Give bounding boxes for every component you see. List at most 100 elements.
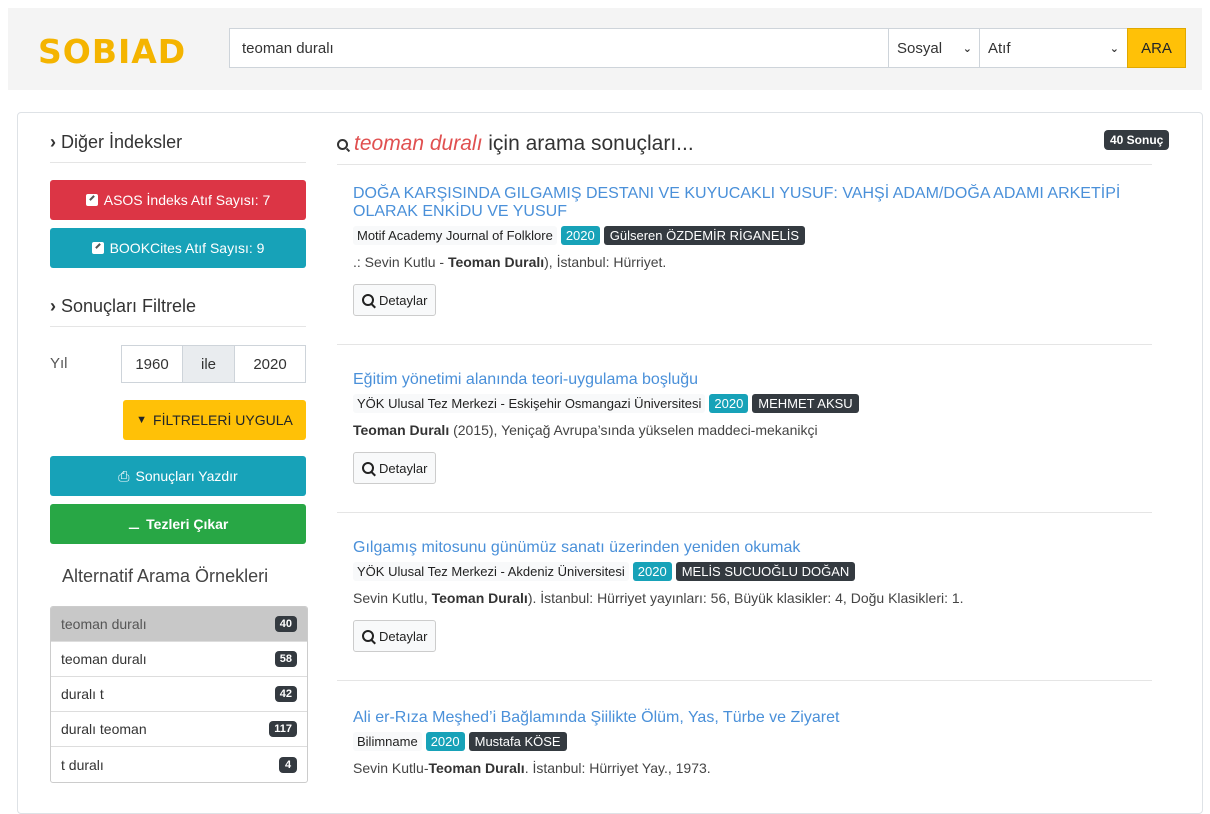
bookcites-button[interactable]: BOOKCites Atıf Sayısı: 9: [50, 228, 306, 268]
type-select[interactable]: Atıf ⌄: [979, 28, 1128, 68]
details-label: Detaylar: [379, 628, 428, 644]
year-badge: 2020: [632, 562, 672, 581]
bookcites-button-label: BOOKCites Atıf Sayısı: 9: [109, 240, 265, 256]
alt-search-label: duralı teoman: [61, 721, 147, 737]
year-separator: ile: [182, 345, 235, 383]
result-title-link[interactable]: Eğitim yönetimi alanında teori-uygulama …: [353, 371, 1153, 389]
count-badge: 40: [274, 616, 297, 632]
result-item: DOĞA KARŞISINDA GILGAMIŞ DESTANI VE KUYU…: [353, 185, 1153, 316]
results-count-badge: 40 Sonuç: [1104, 130, 1170, 150]
count-badge: 42: [274, 686, 297, 702]
search-icon: [362, 462, 374, 474]
results-heading: teoman duralı için arama sonuçları...: [337, 132, 694, 156]
chevron-down-icon: ⌄: [1109, 42, 1119, 55]
print-icon: ⎙: [118, 467, 130, 484]
year-label: Yıl: [50, 355, 68, 372]
search-input[interactable]: [229, 28, 889, 68]
snippet-text: ), İstanbul: Hürriyet.: [544, 254, 667, 270]
print-results-button[interactable]: ⎙ Sonuçları Yazdır: [50, 456, 306, 496]
alt-search-item[interactable]: duralı t 42: [51, 677, 307, 712]
alt-search-item[interactable]: teoman duralı 40: [51, 607, 307, 642]
asos-button-label: ASOS İndeks Atıf Sayısı: 7: [103, 192, 271, 208]
divider: [337, 512, 1152, 513]
extract-theses-button[interactable]: ⚊ Tezleri Çıkar: [50, 504, 306, 544]
snippet-text: . İstanbul: Hürriyet Yay., 1973.: [524, 760, 711, 776]
alt-search-item[interactable]: t duralı 4: [51, 747, 307, 782]
alt-search-label: t duralı: [61, 756, 104, 773]
author-badge: Mustafa KÖSE: [468, 732, 567, 751]
minus-circle-icon: ⚊: [127, 515, 141, 532]
result-snippet: Sevin Kutlu, Teoman Duralı). İstanbul: H…: [353, 590, 1153, 606]
alt-search-item[interactable]: duralı teoman 117: [51, 712, 307, 747]
divider: [337, 164, 1152, 165]
source-badge: Bilimname: [353, 732, 422, 751]
result-meta: Bilimname 2020 Mustafa KÖSE: [353, 732, 1153, 751]
details-button[interactable]: Detaylar: [353, 284, 437, 316]
filter-heading: › Sonuçları Filtrele: [50, 296, 196, 317]
search-icon: [362, 294, 374, 306]
search-icon: [337, 139, 348, 150]
alt-search-label: teoman duralı: [61, 651, 147, 667]
details-label: Detaylar: [379, 292, 428, 308]
other-indexes-heading: › Diğer İndeksler: [50, 132, 182, 153]
details-button[interactable]: Detaylar: [353, 620, 437, 652]
count-badge: 4: [279, 756, 297, 773]
snippet-highlight: Teoman Duralı: [353, 422, 450, 438]
results-heading-suffix: için arama sonuçları...: [482, 132, 694, 155]
author-badge: MEHMET AKSU: [752, 394, 859, 413]
snippet-highlight: Teoman Duralı: [431, 590, 528, 606]
search-icon: [362, 630, 374, 642]
results-query: teoman duralı: [354, 132, 483, 155]
chevron-right-icon: ›: [50, 132, 56, 152]
year-badge: 2020: [560, 226, 600, 245]
extract-theses-label: Tezleri Çıkar: [146, 516, 229, 532]
result-title-link[interactable]: DOĞA KARŞISINDA GILGAMIŞ DESTANI VE KUYU…: [353, 185, 1153, 221]
divider: [337, 344, 1152, 345]
field-select-value: Sosyal: [897, 39, 943, 57]
snippet-text: .: Sevin Kutlu -: [353, 254, 448, 270]
details-button[interactable]: Detaylar: [353, 452, 437, 484]
result-meta: YÖK Ulusal Tez Merkezi - Eskişehir Osman…: [353, 394, 1153, 413]
year-badge: 2020: [709, 394, 749, 413]
count-badge: 117: [269, 721, 297, 737]
source-badge: YÖK Ulusal Tez Merkezi - Akdeniz Ünivers…: [353, 562, 629, 581]
divider: [50, 162, 306, 163]
result-item: Gılgamış mitosunu günümüz sanatı üzerind…: [353, 539, 1153, 652]
result-snippet: .: Sevin Kutlu - Teoman Duralı), İstanbu…: [353, 254, 1153, 270]
filter-icon: ▼: [136, 414, 148, 426]
snippet-highlight: Teoman Duralı: [428, 760, 525, 776]
alt-search-title: Alternatif Arama Örnekleri: [62, 566, 269, 586]
apply-filters-label: FİLTRELERİ UYGULA: [153, 412, 293, 428]
snippet-text: Sevin Kutlu-: [353, 760, 429, 776]
print-results-label: Sonuçları Yazdır: [135, 468, 238, 484]
source-badge: YÖK Ulusal Tez Merkezi - Eskişehir Osman…: [353, 394, 706, 413]
result-snippet: Sevin Kutlu-Teoman Duralı. İstanbul: Hür…: [353, 760, 1153, 776]
result-snippet: Teoman Duralı (2015), Yeniçağ Avrupa’sın…: [353, 422, 1153, 438]
chevron-down-icon: ⌄: [962, 42, 972, 55]
result-item: Ali er-Rıza Meşhed’i Bağlamında Şiilikte…: [353, 709, 1153, 776]
alt-search-item[interactable]: teoman duralı 58: [51, 642, 307, 677]
apply-filters-button[interactable]: ▼ FİLTRELERİ UYGULA: [123, 400, 306, 440]
year-to-input[interactable]: 2020: [234, 345, 306, 383]
snippet-text: Sevin Kutlu,: [353, 590, 432, 606]
author-badge: Gülseren ÖZDEMİR RİGANELİS: [603, 226, 806, 245]
result-title-link[interactable]: Gılgamış mitosunu günümüz sanatı üzerind…: [353, 539, 1153, 557]
filter-title: Sonuçları Filtrele: [61, 296, 197, 316]
type-select-value: Atıf: [988, 39, 1011, 57]
snippet-highlight: Teoman Duralı: [447, 254, 545, 270]
snippet-text: ). İstanbul: Hürriyet yayınları: 56, Büy…: [527, 590, 964, 606]
search-button[interactable]: ARA: [1127, 28, 1186, 68]
author-badge: MELİS SUCUOĞLU DOĞAN: [675, 562, 856, 581]
logo[interactable]: SOBIAD: [38, 32, 186, 71]
count-badge: 58: [274, 651, 297, 667]
year-from-input[interactable]: 1960: [121, 345, 183, 383]
divider: [50, 326, 306, 327]
alt-search-list: teoman duralı 40 teoman duralı 58 duralı…: [50, 606, 308, 783]
external-link-icon: [91, 242, 104, 254]
result-title-link[interactable]: Ali er-Rıza Meşhed’i Bağlamında Şiilikte…: [353, 709, 1153, 727]
result-meta: Motif Academy Journal of Folklore 2020 G…: [353, 226, 1153, 245]
asos-button[interactable]: ASOS İndeks Atıf Sayısı: 7: [50, 180, 306, 220]
field-select[interactable]: Sosyal ⌄: [888, 28, 980, 68]
snippet-text: (2015), Yeniçağ Avrupa’sında yükselen ma…: [449, 422, 818, 438]
other-indexes-title: Diğer İndeksler: [61, 132, 183, 152]
